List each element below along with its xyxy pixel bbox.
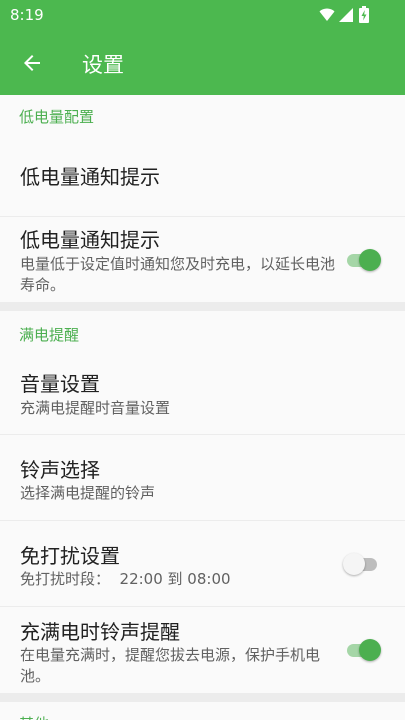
section-header-other: 其他 [0,702,405,720]
do-not-disturb-item[interactable]: 免打扰设置 免打扰时段： 22:00 到 08:00 [0,521,405,606]
section-gap [0,693,405,702]
item-subtitle: 电量低于设定值时通知您及时充电，以延长电池寿命。 [20,255,336,294]
cellular-signal-icon [339,8,353,22]
do-not-disturb-switch[interactable] [343,552,381,576]
switch-thumb [359,639,381,661]
arrow-back-icon [24,55,40,71]
item-subtitle: 在电量充满时，提醒您拔去电源，保护手机电池。 [20,646,321,685]
wifi-icon [319,8,335,21]
back-button[interactable] [14,45,50,81]
switch-thumb [359,249,381,271]
item-title: 低电量通知提示 [20,228,160,252]
item-title: 铃声选择 [20,458,100,482]
low-battery-notify-item[interactable]: 低电量通知提示 [0,132,405,216]
volume-settings-item[interactable]: 音量设置 充满电提醒时音量设置 [0,348,405,434]
app-bar: 8:19 设置 [0,0,405,95]
status-bar: 8:19 [0,0,405,30]
item-subtitle: 充满电提醒时音量设置 [20,399,171,417]
section-gap [0,302,405,311]
item-title: 充满电时铃声提醒 [20,620,180,644]
full-charge-ring-item[interactable]: 充满电时铃声提醒 在电量充满时，提醒您拔去电源，保护手机电池。 [0,607,405,693]
section-header-low-battery: 低电量配置 [0,95,405,132]
section-label: 满电提醒 [19,326,80,344]
battery-charging-icon [359,6,369,23]
low-battery-notify-toggle-item[interactable]: 低电量通知提示 电量低于设定值时通知您及时充电，以延长电池寿命。 [0,217,405,302]
item-subtitle: 免打扰时段： 22:00 到 08:00 [20,570,231,588]
item-title: 音量设置 [20,372,100,396]
ringtone-select-item[interactable]: 铃声选择 选择满电提醒的铃声 [0,435,405,520]
switch-thumb [343,553,365,575]
status-icons [319,6,375,23]
settings-list[interactable]: 低电量配置 低电量通知提示 低电量通知提示 电量低于设定值时通知您及时充电，以延… [0,95,405,720]
low-battery-notify-switch[interactable] [343,248,381,272]
full-charge-ring-switch[interactable] [343,638,381,662]
status-time: 8:19 [10,6,44,24]
item-title: 低电量通知提示 [20,165,160,189]
section-label: 其他 [19,713,49,720]
section-label: 低电量配置 [19,108,95,126]
section-header-full-charge: 满电提醒 [0,311,405,348]
item-subtitle: 选择满电提醒的铃声 [20,484,156,502]
item-title: 免打扰设置 [20,544,120,568]
page-title: 设置 [82,53,124,77]
